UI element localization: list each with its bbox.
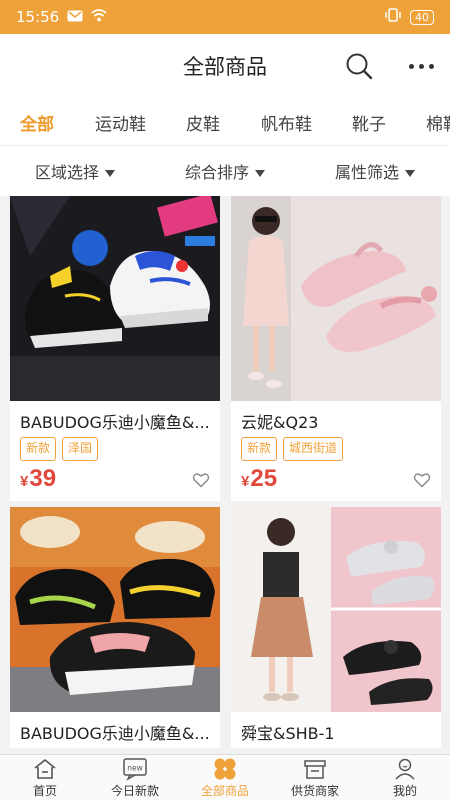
product-image[interactable] (231, 507, 441, 712)
product-name[interactable]: BABUDOG乐迪小魔鱼&... (10, 712, 220, 748)
product-image[interactable] (10, 507, 220, 712)
tab-home[interactable]: 首页 (0, 755, 90, 800)
battery-indicator: 40 (410, 9, 434, 25)
product-price: ¥39 (20, 465, 56, 492)
product-card[interactable]: BABUDOG乐迪小魔鱼&... (10, 507, 220, 748)
tab-profile-label: 我的 (392, 784, 417, 798)
tab-cotton-shoes[interactable]: 棉鞋 (426, 110, 450, 135)
dropdown-arrow-icon (405, 170, 415, 177)
bottom-tab-bar: 首页 new 今日新款 全部商品 供货商家 我的 (0, 754, 450, 800)
status-bar: 15:56 40 (0, 0, 450, 34)
tab-home-label: 首页 (32, 784, 57, 798)
store-icon (302, 757, 328, 781)
product-image[interactable] (231, 196, 441, 401)
dropdown-arrow-icon (105, 170, 115, 177)
price-value: 39 (29, 465, 57, 492)
product-tag: 泽国 (62, 437, 99, 461)
vibrate-icon (384, 8, 402, 26)
product-name[interactable]: BABUDOG乐迪小魔鱼&... (10, 401, 220, 437)
favorite-heart-icon[interactable] (192, 471, 210, 489)
new-badge-text: new (127, 764, 143, 773)
status-time: 15:56 (16, 8, 60, 26)
region-filter[interactable]: 区域选择 (0, 159, 150, 183)
tab-leather-shoes[interactable]: 皮鞋 (186, 110, 220, 135)
dropdown-arrow-icon (255, 170, 265, 177)
product-image[interactable] (10, 196, 220, 401)
region-filter-label: 区域选择 (34, 163, 99, 182)
product-tag: 新款 (241, 437, 278, 461)
user-icon (392, 757, 418, 781)
tab-suppliers-label: 供货商家 (290, 784, 339, 798)
sort-filter-label: 综合排序 (184, 163, 249, 182)
tab-profile[interactable]: 我的 (360, 755, 450, 800)
attribute-filter[interactable]: 属性筛选 (300, 159, 450, 183)
currency-symbol: ¥ (20, 473, 29, 490)
more-icon[interactable] (406, 54, 436, 78)
page-title: 全部商品 (183, 56, 267, 79)
clover-icon (212, 757, 238, 781)
wifi-icon (91, 8, 107, 26)
message-icon (67, 8, 83, 26)
product-tag: 新款 (20, 437, 57, 461)
tab-canvas-shoes[interactable]: 帆布鞋 (261, 110, 312, 135)
tab-sports-shoes[interactable]: 运动鞋 (95, 110, 146, 135)
tab-new-today-label: 今日新款 (110, 784, 159, 798)
tab-all[interactable]: 全部 (20, 110, 54, 135)
home-icon (32, 757, 58, 781)
currency-symbol: ¥ (241, 473, 250, 490)
new-badge-icon: new (122, 757, 148, 781)
sort-filter[interactable]: 综合排序 (150, 159, 300, 183)
filter-bar: 区域选择 综合排序 属性筛选 (0, 146, 450, 196)
search-icon[interactable] (344, 51, 374, 81)
favorite-heart-icon[interactable] (413, 471, 431, 489)
product-grid: BABUDOG乐迪小魔鱼&... 新款 泽国 ¥39 云妮&Q23 新款 城西街… (0, 196, 450, 754)
product-card[interactable]: 云妮&Q23 新款 城西街道 ¥25 (231, 196, 441, 501)
product-card[interactable]: BABUDOG乐迪小魔鱼&... 新款 泽国 ¥39 (10, 196, 220, 501)
tab-boots[interactable]: 靴子 (352, 110, 386, 135)
tab-suppliers[interactable]: 供货商家 (270, 755, 360, 800)
category-tabs: 全部 运动鞋 皮鞋 帆布鞋 靴子 棉鞋 (0, 98, 450, 146)
tab-new-today[interactable]: new 今日新款 (90, 755, 180, 800)
app-header: 全部商品 (0, 34, 450, 98)
attribute-filter-label: 属性筛选 (334, 163, 399, 182)
tab-all-products-label: 全部商品 (200, 784, 249, 798)
product-name[interactable]: 舜宝&SHB-1 (231, 712, 441, 748)
product-name[interactable]: 云妮&Q23 (231, 401, 441, 437)
product-card[interactable]: 舜宝&SHB-1 (231, 507, 441, 748)
product-tag: 城西街道 (283, 437, 344, 461)
product-price: ¥25 (241, 465, 277, 492)
tab-all-products[interactable]: 全部商品 (180, 755, 270, 800)
price-value: 25 (250, 465, 278, 492)
